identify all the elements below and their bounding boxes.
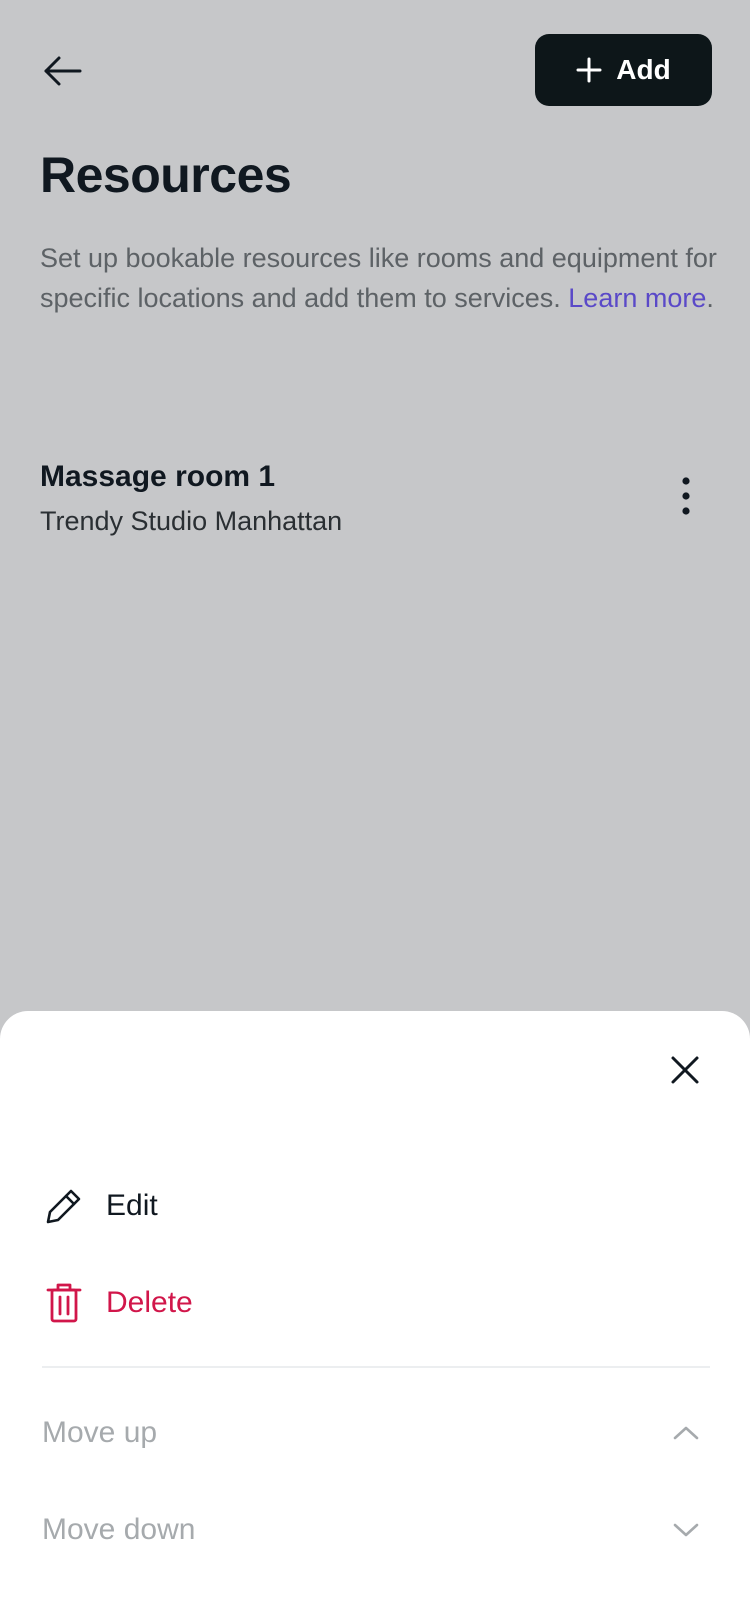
page-description: Set up bookable resources like rooms and… [40, 243, 717, 313]
delete-action[interactable]: Delete [0, 1263, 750, 1343]
add-button[interactable]: Add [535, 34, 712, 106]
close-button[interactable] [660, 1047, 710, 1097]
resource-list-item[interactable]: Massage room 1 Trendy Studio Manhattan [0, 450, 750, 550]
pencil-icon [42, 1184, 86, 1228]
move-up-label: Move up [42, 1416, 158, 1449]
move-down-action[interactable]: Move down [0, 1490, 750, 1570]
arrow-left-icon [42, 55, 84, 92]
edit-action[interactable]: Edit [0, 1166, 750, 1246]
sheet-divider [42, 1366, 710, 1368]
delete-label: Delete [106, 1286, 193, 1319]
resource-more-button[interactable] [664, 470, 708, 526]
move-down-label: Move down [42, 1513, 196, 1546]
back-button[interactable] [38, 48, 88, 98]
trash-icon [42, 1281, 86, 1325]
chevron-up-icon [668, 1415, 704, 1451]
more-vertical-icon [681, 476, 691, 521]
edit-label: Edit [106, 1189, 158, 1222]
resource-name: Massage room 1 [40, 460, 276, 493]
learn-more-link[interactable]: Learn more [568, 283, 706, 313]
chevron-down-icon [668, 1512, 704, 1548]
resource-location: Trendy Studio Manhattan [40, 506, 343, 536]
move-up-action[interactable]: Move up [0, 1393, 750, 1473]
plus-icon [576, 57, 602, 83]
page-title: Resources [40, 147, 292, 203]
action-sheet: Edit Delete Move up Move down [0, 1011, 750, 1624]
add-button-label: Add [616, 54, 671, 85]
resources-screen: Add Resources Set up bookable resources … [0, 0, 750, 1624]
close-icon [670, 1055, 700, 1090]
